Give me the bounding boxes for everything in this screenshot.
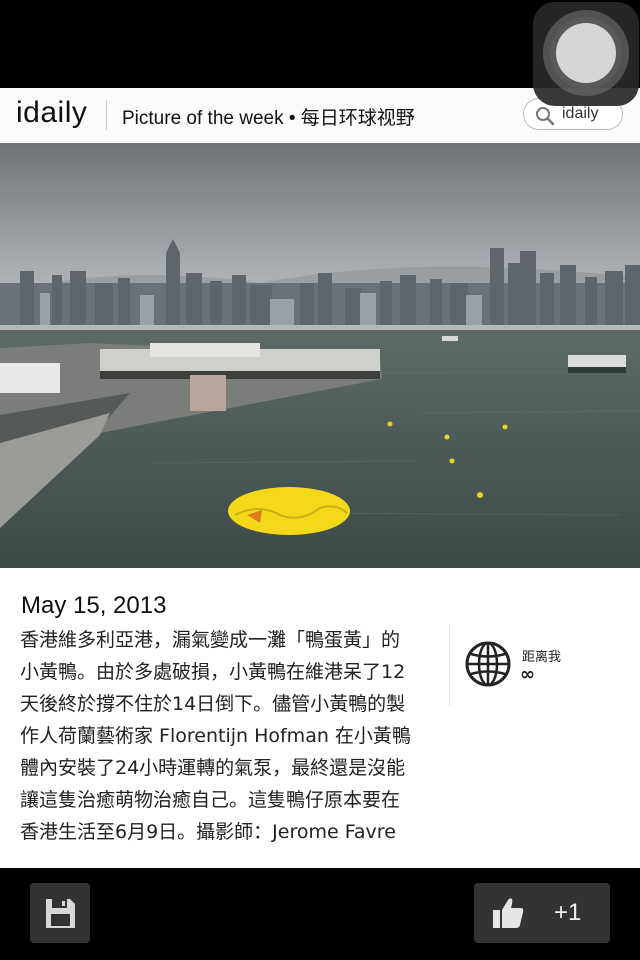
search-label: idaily <box>562 105 599 122</box>
bottom-toolbar: +1 <box>0 868 640 960</box>
save-button[interactable] <box>30 883 90 943</box>
header-divider <box>106 100 107 130</box>
like-count: +1 <box>554 899 582 926</box>
featured-photo[interactable] <box>0 143 640 568</box>
assistive-touch-button[interactable] <box>533 2 639 106</box>
harbor-duck-photo <box>0 143 640 568</box>
content-divider <box>449 624 450 706</box>
search-icon <box>536 107 555 126</box>
page-title: Picture of the week • 每日环球视野 <box>122 108 415 129</box>
article-card: May 15, 2013 香港維多利亞港，漏氣變成一灘「鴨蛋黃」的 小黃鴨。由於… <box>0 568 640 868</box>
thumbs-up-icon <box>493 898 524 928</box>
floppy-disk-icon <box>46 899 75 928</box>
distance-label: 距离我 <box>522 650 562 665</box>
like-button[interactable]: +1 <box>474 883 610 943</box>
article-body: 香港維多利亞港，漏氣變成一灘「鴨蛋黃」的 小黃鴨。由於多處破損，小黃鴨在維港呆了… <box>20 629 411 843</box>
article-date: May 15, 2013 <box>21 592 167 619</box>
globe-icon[interactable] <box>464 640 512 688</box>
distance-value: ∞ <box>520 664 535 685</box>
app-logo[interactable]: idaily <box>16 96 87 130</box>
assistive-touch-ring <box>543 10 629 96</box>
